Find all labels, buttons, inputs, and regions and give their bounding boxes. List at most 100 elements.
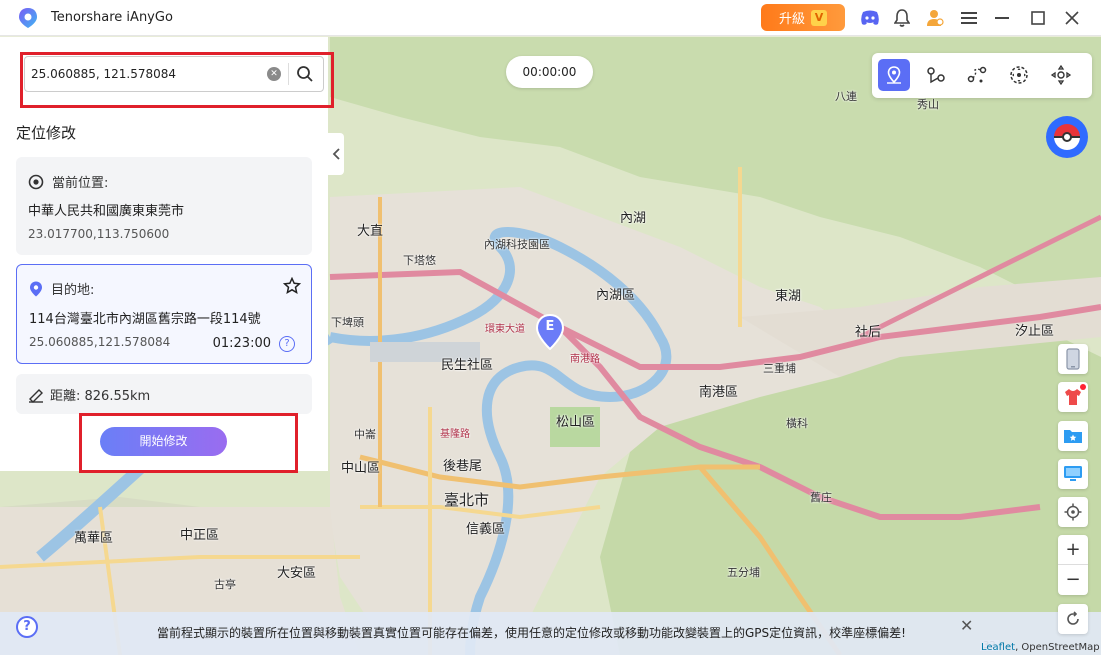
leaflet-link[interactable]: Leaflet — [981, 642, 1015, 653]
osm-credit[interactable]: OpenStreetMap — [1021, 642, 1099, 653]
search-box: ✕ — [24, 56, 324, 92]
zoom-out-button[interactable]: − — [1058, 565, 1088, 595]
map-label-xinyi: 信義區 — [466, 522, 506, 537]
help-circle-icon[interactable]: ? — [16, 616, 38, 638]
map-label-bali: 八連 — [835, 90, 857, 103]
destination-address: 114台灣臺北市內湖區舊宗路一段114號 — [29, 312, 261, 327]
monitor-icon — [1064, 466, 1082, 481]
minimize-icon[interactable] — [992, 8, 1012, 28]
menu-icon[interactable] — [959, 8, 979, 28]
map-label-xiapu: 下埤頭 — [331, 316, 364, 329]
device-button[interactable] — [1058, 344, 1088, 374]
map-label-xizhi: 汐止區 — [1015, 324, 1055, 339]
map-label-nangang-road: 南港路 — [570, 354, 600, 365]
search-icon[interactable] — [295, 64, 315, 84]
refresh-icon — [1067, 611, 1079, 625]
current-location-label: 當前位置: — [52, 176, 109, 191]
phone-icon — [1066, 348, 1080, 370]
map-label-neihu-tech: 內湖科技園區 — [484, 238, 550, 251]
map-label-neihu: 內湖 — [620, 211, 647, 226]
destination-card: 目的地: 114台灣臺北市內湖區舊宗路一段114號 25.060885,121.… — [16, 264, 312, 364]
map-label-shetou: 社后 — [855, 325, 882, 340]
map-label-neihu-district: 內湖區 — [596, 288, 636, 303]
map-label-xiushan: 秀山 — [917, 98, 939, 111]
map-label-guting: 古亭 — [214, 578, 236, 591]
title-bar: Tenorshare iAnyGo 升級 V — [0, 0, 1101, 36]
zoom-control: + − — [1058, 535, 1088, 595]
folder-star-icon — [1064, 430, 1082, 443]
target-icon — [28, 174, 44, 189]
game-mode-button[interactable] — [1045, 59, 1077, 91]
panel-title: 定位修改 — [16, 124, 77, 142]
map-label-wufen: 五分埔 — [727, 566, 760, 579]
upgrade-button[interactable]: 升級 V — [761, 4, 845, 31]
current-location-card: 當前位置: 中華人民共和國廣東東莞市 23.017700,113.750600 — [16, 157, 312, 255]
account-icon[interactable] — [925, 8, 945, 28]
clear-icon[interactable]: ✕ — [267, 67, 281, 81]
screen-button[interactable] — [1058, 459, 1088, 489]
notice-close-icon[interactable]: ✕ — [960, 616, 973, 635]
collapse-panel-button[interactable] — [328, 133, 344, 175]
distance-text: 距離: 826.55km — [50, 389, 151, 404]
map-label-jiuzhuang: 舊庄 — [810, 491, 832, 504]
maximize-icon[interactable] — [1028, 8, 1048, 28]
map-label-xiatagan: 下塔悠 — [403, 254, 436, 267]
map-label-sanchong: 三重埔 — [763, 362, 796, 375]
search-input[interactable] — [31, 67, 261, 81]
favorite-star-icon[interactable] — [283, 277, 301, 295]
notification-dot — [1080, 384, 1086, 390]
map-label-ring-road: 環東大道 — [485, 324, 525, 335]
teleport-mode-button[interactable] — [878, 59, 910, 91]
help-icon[interactable]: ? — [279, 336, 295, 352]
destination-row: 目的地: — [29, 279, 94, 298]
distance-card: 距離: 826.55km — [16, 374, 312, 414]
notice-bar: ? 當前程式顯示的裝置所在位置與移動裝置真實位置可能存在偏差，使用任意的定位修改… — [0, 612, 1101, 655]
ruler-icon — [29, 388, 43, 403]
multi-spot-icon — [967, 66, 987, 83]
marker-label: E — [545, 319, 555, 334]
destination-marker[interactable]: E — [536, 314, 564, 350]
favorites-button[interactable] — [1058, 421, 1088, 451]
map-label-jilong-road: 基隆路 — [440, 429, 470, 440]
joystick-mode-button[interactable] — [1003, 59, 1035, 91]
timer-display: 00:00:00 — [506, 56, 593, 88]
zoom-in-button[interactable]: + — [1058, 535, 1088, 565]
map-label-hengke: 橫科 — [786, 417, 808, 430]
current-coordinates: 23.017700,113.750600 — [28, 227, 170, 241]
map-label-daan: 大安區 — [277, 566, 317, 581]
gift-button[interactable] — [1058, 382, 1088, 412]
gamepad-icon — [1050, 64, 1072, 86]
locate-button[interactable] — [1058, 497, 1088, 527]
destination-coordinates: 25.060885,121.578084 — [29, 335, 171, 349]
two-spot-mode-button[interactable] — [920, 59, 952, 91]
mode-toolbar — [872, 53, 1092, 98]
reset-button[interactable] — [1058, 604, 1088, 634]
joystick-icon — [1010, 66, 1028, 84]
app-title: Tenorshare iAnyGo — [51, 10, 173, 25]
map-label-taipei: 臺北市 — [444, 491, 490, 509]
current-location-row: 當前位置: — [28, 172, 108, 191]
map-label-nangang: 南港區 — [699, 385, 739, 400]
map-label-zhongzheng: 中正區 — [180, 528, 220, 543]
map-label-donghu: 東湖 — [775, 289, 802, 304]
map-label-zhongshan: 中山區 — [341, 461, 381, 476]
destination-label: 目的地: — [51, 283, 95, 298]
close-icon[interactable] — [1062, 8, 1082, 28]
multi-spot-mode-button[interactable] — [961, 59, 993, 91]
crosshair-icon — [1064, 503, 1082, 521]
bell-icon[interactable] — [892, 8, 912, 28]
travel-time: 01:23:00 — [212, 336, 271, 351]
start-modify-button[interactable]: 開始修改 — [100, 427, 227, 456]
discord-icon[interactable] — [860, 8, 880, 28]
shirt-icon — [1065, 389, 1081, 405]
pin-icon — [30, 281, 42, 296]
map-attribution: Leaflet, OpenStreetMap — [981, 642, 1100, 653]
chevron-left-icon — [332, 148, 340, 160]
distance-row: 距離: 826.55km — [28, 385, 150, 404]
map-label-wanhua: 萬華區 — [74, 531, 114, 546]
search-divider — [288, 63, 289, 85]
app-logo-icon — [19, 7, 37, 28]
map-label-dazhi: 大直 — [357, 224, 384, 239]
map-label-houxiang: 後巷尾 — [443, 459, 483, 474]
pokeball-icon[interactable] — [1046, 116, 1088, 158]
